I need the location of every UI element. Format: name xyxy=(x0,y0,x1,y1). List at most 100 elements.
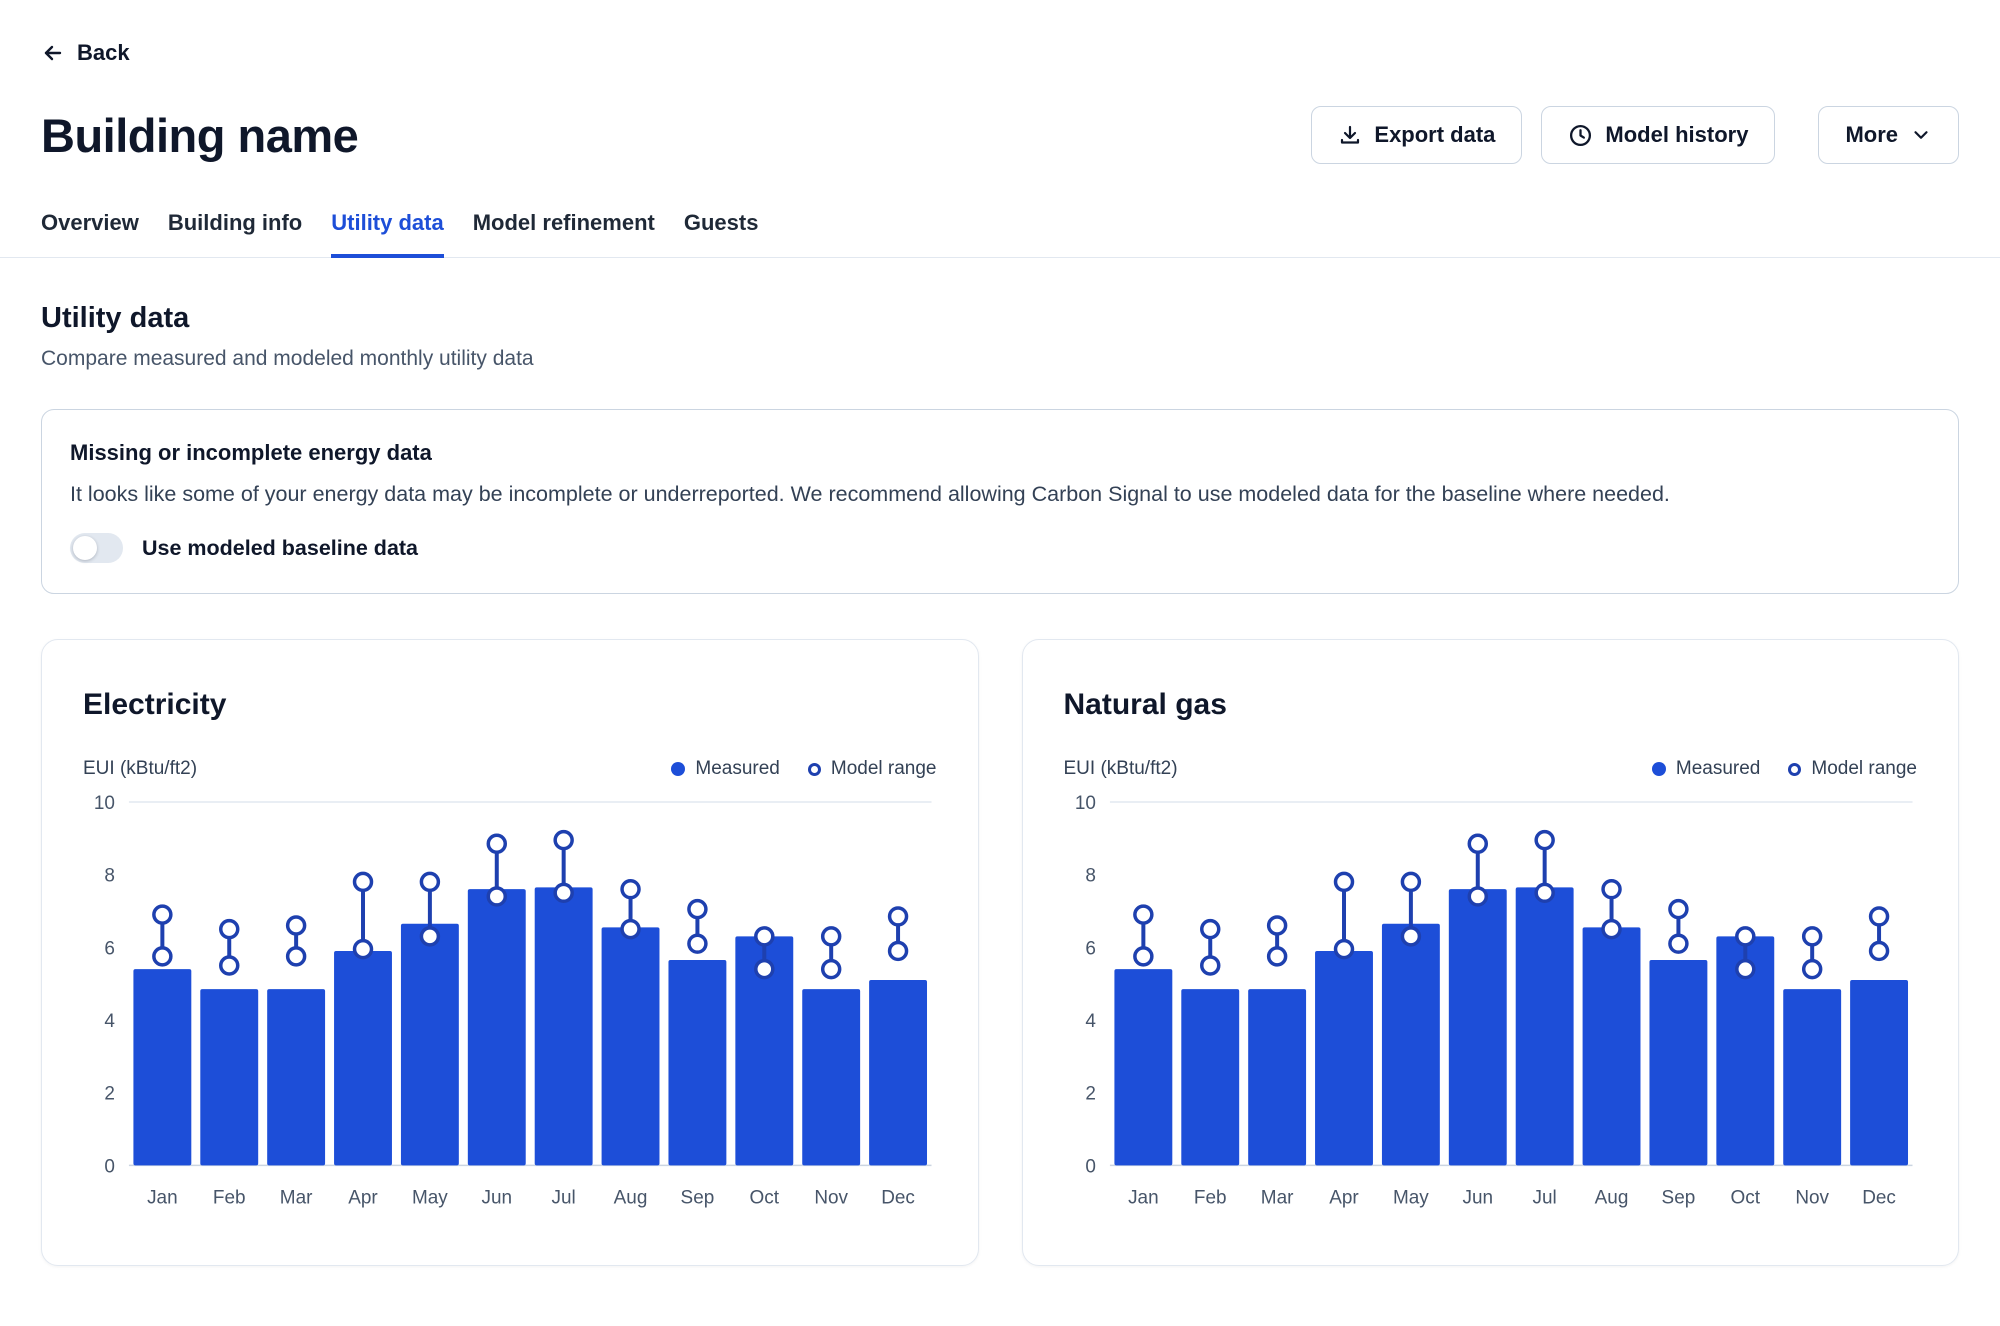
alert-title: Missing or incomplete energy data xyxy=(70,440,1930,466)
y-tick-label: 0 xyxy=(1085,1156,1096,1177)
natural-gas-chart-title: Natural gas xyxy=(1064,688,1918,722)
model-range-endpoint xyxy=(555,832,572,849)
model-range-endpoint xyxy=(689,935,706,952)
model-range-endpoint xyxy=(1469,888,1486,905)
x-tick-label: Jan xyxy=(147,1187,178,1208)
tab-model-refinement[interactable]: Model refinement xyxy=(473,210,655,258)
x-tick-label: Oct xyxy=(750,1187,780,1208)
measured-dot-icon xyxy=(1652,762,1666,776)
model-range-endpoint xyxy=(1803,928,1820,945)
y-tick-label: 6 xyxy=(1085,938,1096,959)
measured-bar xyxy=(1315,951,1373,1165)
export-data-button[interactable]: Export data xyxy=(1311,106,1522,164)
model-range-endpoint xyxy=(1201,921,1218,938)
electricity-chart-header: EUI (kBtu/ft2) Measured Model range xyxy=(83,758,937,780)
clock-icon xyxy=(1568,123,1593,148)
tab-building-info[interactable]: Building info xyxy=(168,210,302,258)
x-tick-label: Mar xyxy=(280,1187,313,1208)
y-tick-label: 0 xyxy=(104,1156,115,1177)
x-tick-label: Oct xyxy=(1730,1187,1760,1208)
y-tick-label: 10 xyxy=(1074,793,1095,814)
model-range-endpoint xyxy=(1201,957,1218,974)
measured-bar xyxy=(535,887,593,1165)
model-range-endpoint xyxy=(221,921,238,938)
model-range-endpoint xyxy=(488,835,505,852)
back-button[interactable]: Back xyxy=(41,40,130,66)
download-icon xyxy=(1338,123,1362,147)
x-tick-label: Apr xyxy=(1329,1187,1359,1208)
chevron-down-icon xyxy=(1910,124,1932,146)
toggle-knob xyxy=(73,536,97,560)
x-tick-label: Jul xyxy=(1532,1187,1556,1208)
x-tick-label: Jan xyxy=(1128,1187,1159,1208)
measured-bar xyxy=(133,969,191,1165)
charts-row: Electricity EUI (kBtu/ft2) Measured Mode… xyxy=(41,639,1959,1266)
y-tick-label: 2 xyxy=(104,1084,115,1105)
x-tick-label: Dec xyxy=(881,1187,915,1208)
model-range-endpoint xyxy=(1268,917,1285,934)
y-tick-label: 6 xyxy=(104,938,115,959)
x-tick-label: Jul xyxy=(552,1187,576,1208)
more-label: More xyxy=(1845,122,1898,148)
natural-gas-chart: 0246810JanFebMarAprMayJunJulAugSepOctNov… xyxy=(1064,788,1918,1239)
model-range-endpoint xyxy=(756,961,773,978)
x-tick-label: Nov xyxy=(1795,1187,1829,1208)
measured-dot-icon xyxy=(671,762,685,776)
model-range-endpoint xyxy=(154,906,171,923)
missing-data-alert: Missing or incomplete energy data It loo… xyxy=(41,409,1959,594)
measured-bar xyxy=(602,927,660,1165)
arrow-left-icon xyxy=(41,41,65,65)
model-history-button[interactable]: Model history xyxy=(1541,106,1775,164)
model-range-endpoint xyxy=(1603,921,1620,938)
electricity-chart-card: Electricity EUI (kBtu/ft2) Measured Mode… xyxy=(41,639,979,1266)
tab-overview[interactable]: Overview xyxy=(41,210,139,258)
model-range-endpoint xyxy=(1669,935,1686,952)
tab-guests[interactable]: Guests xyxy=(684,210,759,258)
measured-bar xyxy=(1783,989,1841,1165)
y-tick-label: 8 xyxy=(104,866,115,887)
x-tick-label: Apr xyxy=(348,1187,378,1208)
model-range-endpoint xyxy=(1134,906,1151,923)
header-actions: Export data Model history More xyxy=(1311,106,1959,164)
model-range-endpoint xyxy=(1669,901,1686,918)
more-button[interactable]: More xyxy=(1818,106,1959,164)
toggle-label: Use modeled baseline data xyxy=(142,536,418,561)
model-range-endpoint xyxy=(1268,948,1285,965)
y-tick-label: 10 xyxy=(94,793,115,814)
natural-gas-legend: Measured Model range xyxy=(1652,758,1917,780)
model-range-ring-icon xyxy=(1788,763,1801,776)
tab-utility-data[interactable]: Utility data xyxy=(331,210,443,258)
model-range-endpoint xyxy=(1603,881,1620,898)
electricity-legend: Measured Model range xyxy=(671,758,936,780)
model-range-endpoint xyxy=(622,921,639,938)
model-range-endpoint xyxy=(555,884,572,901)
model-range-endpoint xyxy=(421,873,438,890)
page-title: Building name xyxy=(41,108,358,163)
model-range-endpoint xyxy=(154,948,171,965)
natural-gas-y-axis-label: EUI (kBtu/ft2) xyxy=(1064,758,1178,780)
y-tick-label: 8 xyxy=(1085,866,1096,887)
model-range-endpoint xyxy=(1402,873,1419,890)
legend-item-measured: Measured xyxy=(1652,758,1761,780)
x-tick-label: May xyxy=(1392,1187,1428,1208)
model-range-endpoint xyxy=(421,928,438,945)
model-range-endpoint xyxy=(1402,928,1419,945)
legend-item-measured: Measured xyxy=(671,758,780,780)
model-range-ring-icon xyxy=(808,763,821,776)
measured-bar xyxy=(267,989,325,1165)
model-range-endpoint xyxy=(823,961,840,978)
y-tick-label: 2 xyxy=(1085,1084,1096,1105)
model-range-endpoint xyxy=(221,957,238,974)
measured-bar xyxy=(200,989,258,1165)
page: Back Building name Export data Model his… xyxy=(0,0,2000,1266)
model-range-endpoint xyxy=(1870,942,1887,959)
back-label: Back xyxy=(77,40,130,66)
natural-gas-chart-header: EUI (kBtu/ft2) Measured Model range xyxy=(1064,758,1918,780)
model-range-endpoint xyxy=(756,928,773,945)
measured-bar xyxy=(668,960,726,1165)
measured-bar xyxy=(334,951,392,1165)
model-range-endpoint xyxy=(1536,884,1553,901)
modeled-baseline-toggle[interactable] xyxy=(70,533,123,563)
model-range-endpoint xyxy=(355,941,372,958)
x-tick-label: Mar xyxy=(1260,1187,1293,1208)
